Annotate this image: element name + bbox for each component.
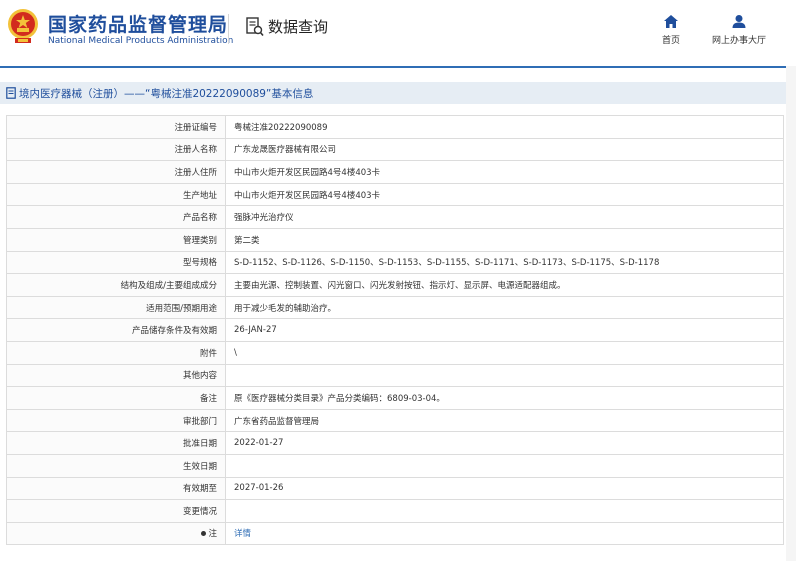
row-label: 产品名称 (6, 205, 226, 229)
row-value: 主要由光源、控制装置、闪光窗口、闪光发射按钮、指示灯、显示屏、电源适配器组成。 (225, 273, 784, 297)
row-value: 用于减少毛发的辅助治疗。 (225, 295, 784, 320)
table-row: 注册证编号 粤械注准20222090089 (6, 115, 784, 139)
table-row: 备注 原《医疗器械分类目录》产品分类编码：6809-03-04。 (6, 386, 784, 410)
nav-home-label: 首页 (662, 36, 681, 46)
header-divider (228, 14, 229, 44)
row-value: 26-JAN-27 (225, 318, 784, 342)
row-value: 原《医疗器械分类目录》产品分类编码：6809-03-04。 (225, 386, 784, 410)
row-label: 审批部门 (6, 408, 226, 433)
table-row: 生产地址 中山市火炬开发区民园路4号4楼403卡 (6, 182, 784, 207)
site-name-cn: 国家药品监督管理局 (48, 14, 229, 36)
table-row: 附件 \ (6, 340, 784, 365)
row-value: 广东龙晟医疗器械有限公司 (225, 137, 784, 162)
table-row: 审批部门 广东省药品监督管理局 (6, 408, 784, 433)
row-label: 适用范围/预期用途 (6, 295, 226, 320)
row-label: 产品储存条件及有效期 (6, 318, 226, 342)
row-value (225, 363, 784, 388)
row-label: 生产地址 (6, 182, 226, 207)
table-row: 注册人住所 中山市火炬开发区民园路4号4楼403卡 (6, 160, 784, 184)
row-label: 型号规格 (6, 250, 226, 275)
table-row: 管理类别 第二类 (6, 227, 784, 252)
data-query-label: 数据查询 (268, 18, 329, 36)
table-row: 变更情况 (6, 499, 784, 523)
row-label: 注册证编号 (6, 115, 226, 139)
table-row: 适用范围/预期用途 用于减少毛发的辅助治疗。 (6, 295, 784, 320)
row-label: 生效日期 (6, 453, 226, 478)
note-label-cell: 注 (6, 521, 226, 546)
row-value: 中山市火炬开发区民园路4号4楼403卡 (225, 182, 784, 207)
nav-online-service-hall[interactable]: 网上办事大厅 (712, 14, 766, 46)
note-label: 注 (208, 529, 217, 540)
table-row: 结构及组成/主要组成成分 主要由光源、控制装置、闪光窗口、闪光发射按钮、指示灯、显… (6, 273, 784, 297)
table-row-note: 注 详情 (6, 521, 784, 546)
row-value: 2027-01-26 (225, 476, 784, 501)
table-row: 生效日期 (6, 453, 784, 478)
document-icon (6, 87, 16, 99)
home-icon (664, 15, 678, 28)
table-row: 产品名称 强脉冲光治疗仪 (6, 205, 784, 229)
row-value: 中山市火炬开发区民园路4号4楼403卡 (225, 160, 784, 184)
page-title: 境内医疗器械（注册）——“粤械注准20222090089”基本信息 (19, 87, 314, 100)
row-value: \ (225, 340, 784, 365)
row-label: 批准日期 (6, 431, 226, 455)
document-search-icon (246, 16, 264, 36)
nav-online-service-label: 网上办事大厅 (712, 36, 767, 46)
table-row: 注册人名称 广东龙晟医疗器械有限公司 (6, 137, 784, 162)
table-row: 有效期至 2027-01-26 (6, 476, 784, 501)
row-value: 粤械注准20222090089 (225, 115, 784, 139)
header-accent-bar (0, 66, 796, 68)
row-value: 第二类 (225, 227, 784, 252)
row-value: 强脉冲光治疗仪 (225, 205, 784, 229)
row-label: 变更情况 (6, 499, 226, 523)
row-label: 附件 (6, 340, 226, 365)
row-label: 注册人住所 (6, 160, 226, 184)
note-value-cell: 详情 (225, 521, 784, 546)
row-value: S-D-1152、S-D-1126、S-D-1150、S-D-1153、S-D-… (225, 250, 784, 275)
data-query-link[interactable]: 数据查询 (246, 16, 328, 37)
row-label: 备注 (6, 386, 226, 410)
national-emblem-icon (8, 9, 38, 43)
page-title-bar: 境内医疗器械（注册）——“粤械注准20222090089”基本信息 (0, 82, 796, 104)
table-row: 产品储存条件及有效期 26-JAN-27 (6, 318, 784, 342)
table-row: 批准日期 2022-01-27 (6, 431, 784, 455)
row-label: 注册人名称 (6, 137, 226, 162)
row-value (225, 499, 784, 523)
row-value: 广东省药品监督管理局 (225, 408, 784, 433)
site-header: 国家药品监督管理局 National Medical Products Admi… (0, 0, 796, 58)
table-row: 型号规格 S-D-1152、S-D-1126、S-D-1150、S-D-1153、… (6, 250, 784, 275)
row-value: 2022-01-27 (225, 431, 784, 455)
row-label: 其他内容 (6, 363, 226, 388)
user-icon (732, 15, 746, 28)
site-name-en: National Medical Products Administration (48, 36, 234, 46)
table-row: 其他内容 (6, 363, 784, 388)
row-label: 有效期至 (6, 476, 226, 501)
nav-home[interactable]: 首页 (662, 14, 680, 46)
vertical-scrollbar[interactable] (786, 66, 796, 561)
row-value (225, 453, 784, 478)
details-link[interactable]: 详情 (234, 529, 251, 539)
row-label: 结构及组成/主要组成成分 (6, 273, 226, 297)
row-label: 管理类别 (6, 227, 226, 252)
registration-info-table: 注册证编号 粤械注准20222090089 注册人名称 广东龙晟医疗器械有限公司 注… (6, 115, 784, 546)
bullet-icon (201, 531, 207, 537)
